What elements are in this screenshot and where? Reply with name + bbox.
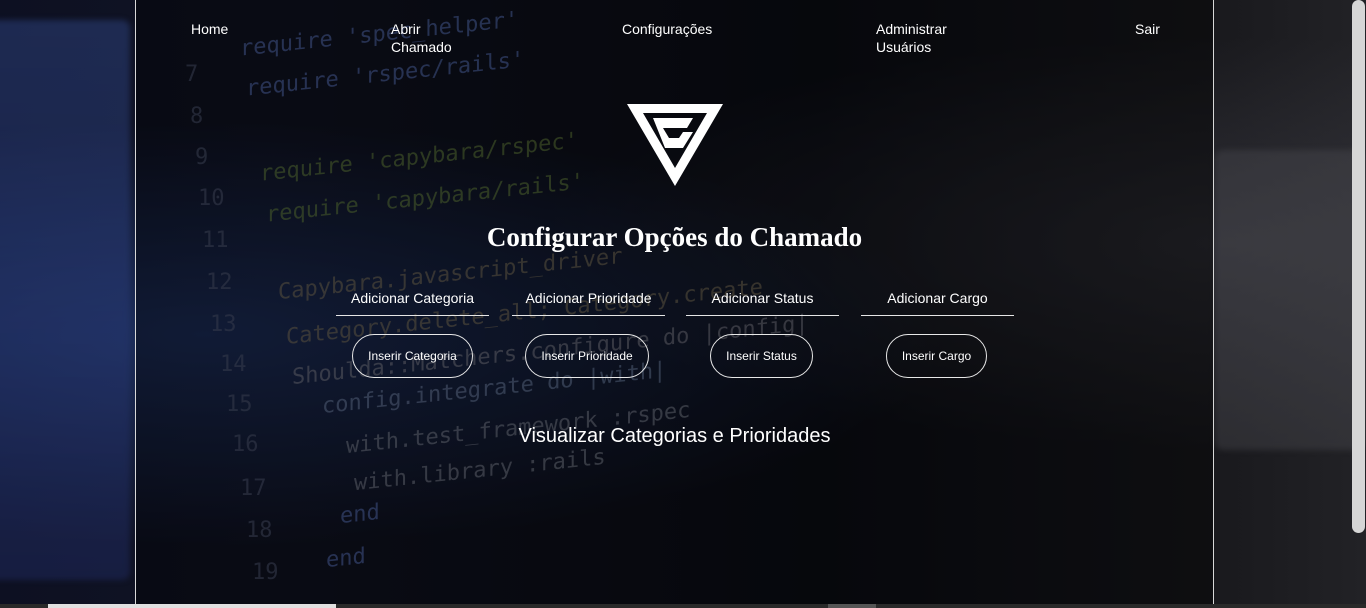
nav-link-home[interactable]: Home [191, 20, 228, 38]
scrollbar-thumb[interactable] [1352, 0, 1365, 533]
horizontal-scrollbar-segment [828, 604, 876, 608]
inserir-prioridade-button[interactable]: Inserir Prioridade [525, 334, 649, 378]
view-categories-link[interactable]: Visualizar Categorias e Prioridades [136, 425, 1213, 448]
status-field [686, 284, 839, 316]
main-panel: Home Abrir Chamado Configurações Adminis… [135, 0, 1214, 608]
inserir-categoria-button[interactable]: Inserir Categoria [352, 334, 473, 378]
inserir-cargo-button[interactable]: Inserir Cargo [886, 334, 987, 378]
background-glow-right [1215, 150, 1366, 450]
nav-link-administrar-usuarios[interactable]: Administrar Usuários [876, 20, 947, 56]
logo [627, 104, 723, 186]
categoria-field [336, 284, 489, 316]
nav-link-configuracoes[interactable]: Configurações [622, 20, 712, 38]
nav-link-abrir-chamado[interactable]: Abrir Chamado [391, 20, 452, 56]
categoria-input[interactable] [336, 284, 489, 312]
prioridade-field [512, 284, 665, 316]
page-title: Configurar Opções do Chamado [486, 222, 863, 252]
top-navigation: Home Abrir Chamado Configurações Adminis… [136, 20, 1213, 60]
status-input[interactable] [686, 284, 839, 312]
cargo-field [861, 284, 1014, 316]
inserir-status-button[interactable]: Inserir Status [710, 334, 813, 378]
horizontal-scrollbar-thumb[interactable] [48, 604, 336, 608]
prioridade-input[interactable] [512, 284, 665, 312]
vertical-scrollbar[interactable] [1349, 0, 1366, 608]
background-glow-left [0, 20, 130, 580]
horizontal-scrollbar[interactable] [0, 604, 1366, 608]
cargo-input[interactable] [861, 284, 1014, 312]
nav-link-sair[interactable]: Sair [1135, 20, 1160, 38]
